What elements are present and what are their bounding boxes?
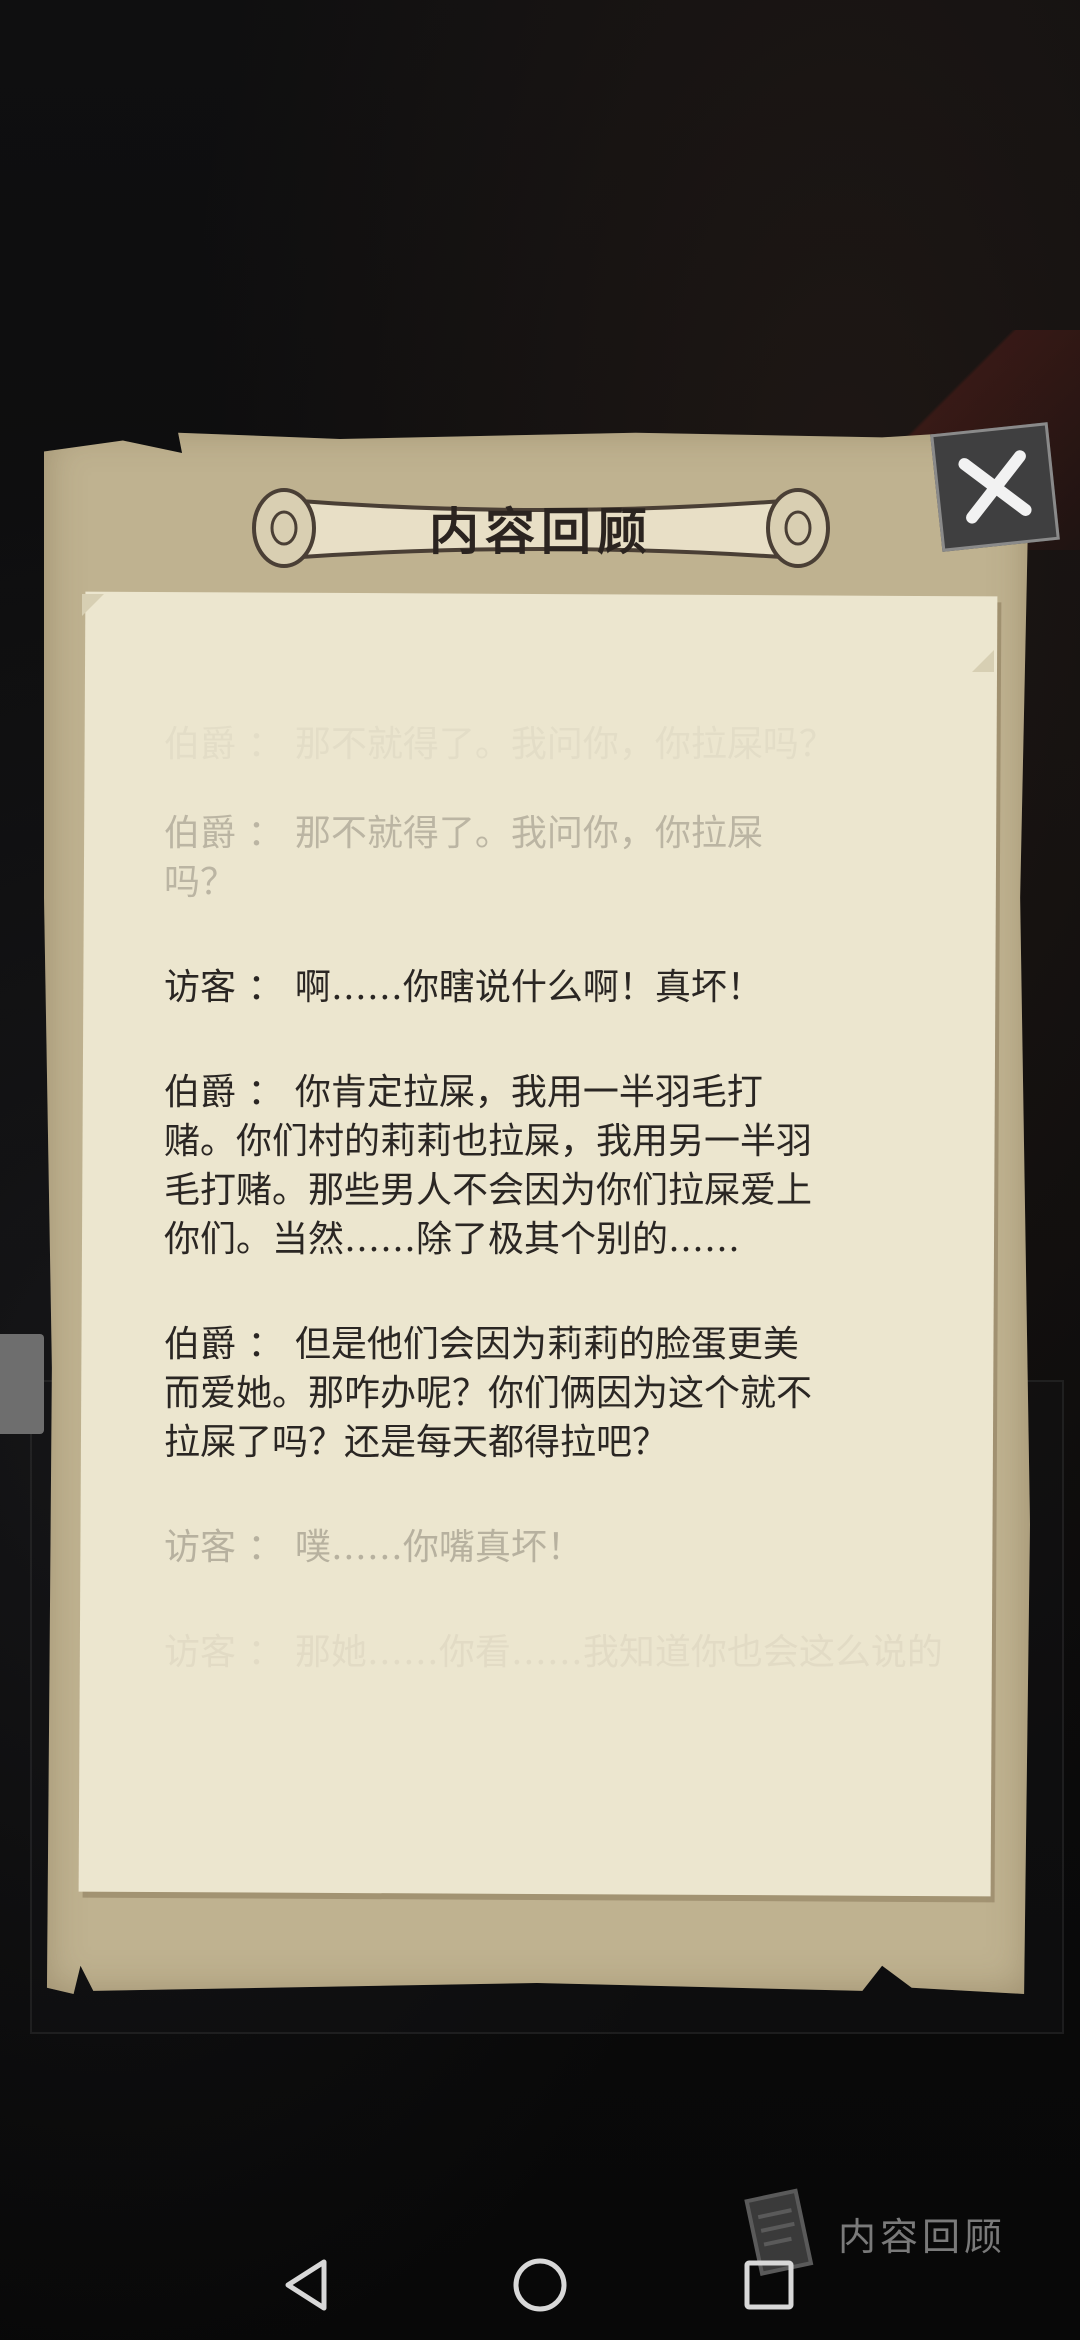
recents-square-icon[interactable] <box>734 2250 804 2320</box>
dialog-title: 内容回顾 <box>429 502 653 561</box>
dialogue-line: 访客 ： 噗……你嘴真坏！ <box>164 1527 583 1568</box>
title-scroll-banner: 内容回顾 <box>246 470 836 580</box>
back-triangle-icon[interactable] <box>272 2250 342 2320</box>
dialogue-line: 伯爵 ： 那不就得了。我问你，你拉屎 吗？ <box>164 813 763 903</box>
dialogue-line: 访客 ： 啊……你瞎说什么啊！真坏！ <box>164 967 763 1008</box>
navigation-bar <box>0 2230 1080 2340</box>
dialogue-list: 伯爵 ： 那不就得了。我问你，你拉屎吗？ 伯爵 ： 那不就得了。我问你，你拉屎 … <box>164 720 944 1733</box>
close-x-icon <box>958 450 1032 524</box>
dialogue-line: 伯爵 ： 但是他们会因为莉莉的脸蛋更美 而爱她。那咋办呢？你们俩因为这个就不 拉… <box>164 1324 813 1463</box>
dialogue-line: 访客 ： 那她……你看……我知道你也会这么说的 <box>164 1632 943 1673</box>
home-circle-icon[interactable] <box>505 2250 575 2320</box>
dialogue-line: 伯爵 ： 你肯定拉屎，我用一半羽毛打 赌。你们村的莉莉也拉屎，我用另一半羽 毛打… <box>164 1072 813 1260</box>
close-button[interactable] <box>930 422 1060 552</box>
side-tab[interactable] <box>0 1334 44 1434</box>
dialogue-line: 伯爵 ： 那不就得了。我问你，你拉屎吗？ <box>164 724 835 765</box>
